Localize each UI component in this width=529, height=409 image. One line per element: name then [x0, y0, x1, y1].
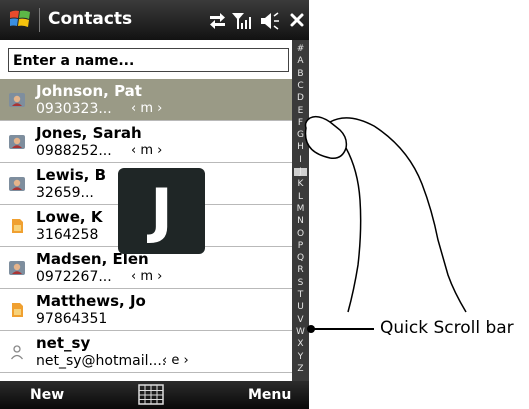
- contact-name: Lewis, B: [36, 166, 107, 184]
- number-type-selector[interactable]: ‹ m ›: [131, 101, 162, 116]
- contact-card-icon: [9, 261, 25, 275]
- contact-card-icon: [9, 177, 25, 191]
- signal-icon: [232, 13, 251, 29]
- menu-softkey[interactable]: Menu: [248, 387, 291, 403]
- email-type-selector[interactable]: ‹ e ›: [162, 353, 189, 368]
- contact-detail: 0972267...: [36, 269, 112, 285]
- keyboard-icon[interactable]: [138, 384, 164, 405]
- contact-card-icon: [9, 93, 25, 107]
- quick-scroll-letter[interactable]: V: [292, 315, 309, 326]
- contact-name: Johnson, Pat: [36, 82, 142, 100]
- quick-scroll-letter[interactable]: C: [292, 81, 309, 92]
- contact-row-matthews-jo[interactable]: Matthews, Jo 97864351: [0, 289, 292, 331]
- contact-detail: 97864351: [36, 311, 108, 327]
- soft-key-bar: New Menu: [0, 381, 309, 409]
- search-input[interactable]: Enter a name...: [8, 48, 289, 72]
- contact-detail: 32659...: [36, 185, 94, 201]
- title-divider: [39, 8, 40, 32]
- number-type-selector[interactable]: ‹ m ›: [131, 269, 162, 284]
- sim-card-icon: [12, 303, 23, 317]
- windows-start-icon[interactable]: [8, 7, 32, 31]
- number-type-selector[interactable]: ‹ m ›: [131, 143, 162, 158]
- sim-card-icon: [12, 219, 23, 233]
- contact-detail: 3164258: [36, 227, 99, 243]
- contact-row-net-sy[interactable]: net_sy net_sy@hotmail.... ‹ e ›: [0, 331, 292, 373]
- finger-illustration: [304, 115, 467, 313]
- status-icons[interactable]: [208, 8, 308, 32]
- contact-detail: net_sy@hotmail....: [36, 353, 167, 369]
- phone-screen: Contacts Enter a name... Johnson, Pat 09…: [0, 0, 320, 409]
- title-bar: Contacts: [0, 0, 309, 40]
- quick-scroll-letter[interactable]: X: [292, 339, 309, 350]
- quick-scroll-callout-label: Quick Scroll bar: [380, 318, 514, 338]
- quick-scroll-letter[interactable]: Z: [292, 364, 309, 375]
- contact-detail: 0930323...: [36, 101, 112, 117]
- volume-icon: [261, 12, 279, 30]
- person-icon: [10, 345, 24, 360]
- contact-card-icon: [9, 135, 25, 149]
- contact-name: Jones, Sarah: [36, 124, 142, 142]
- contact-name: Lowe, K: [36, 208, 103, 226]
- quick-scroll-letter[interactable]: A: [292, 56, 309, 67]
- contact-row-johnson-pat[interactable]: Johnson, Pat 0930323... ‹ m ›: [0, 79, 292, 121]
- close-icon: [290, 13, 304, 27]
- contact-detail: 0988252...: [36, 143, 112, 159]
- quick-scroll-letter[interactable]: #: [292, 44, 309, 55]
- new-softkey[interactable]: New: [30, 387, 64, 403]
- callout-line: [314, 328, 374, 330]
- contact-name: net_sy: [36, 334, 91, 352]
- quick-scroll-letter[interactable]: Y: [292, 352, 309, 363]
- letter-popup: J: [118, 168, 205, 254]
- contact-name: Matthews, Jo: [36, 292, 146, 310]
- quick-scroll-letter[interactable]: B: [292, 69, 309, 80]
- contact-row-jones-sarah[interactable]: Jones, Sarah 0988252... ‹ m ›: [0, 121, 292, 163]
- app-title: Contacts: [48, 9, 133, 29]
- connectivity-icon: [210, 13, 225, 29]
